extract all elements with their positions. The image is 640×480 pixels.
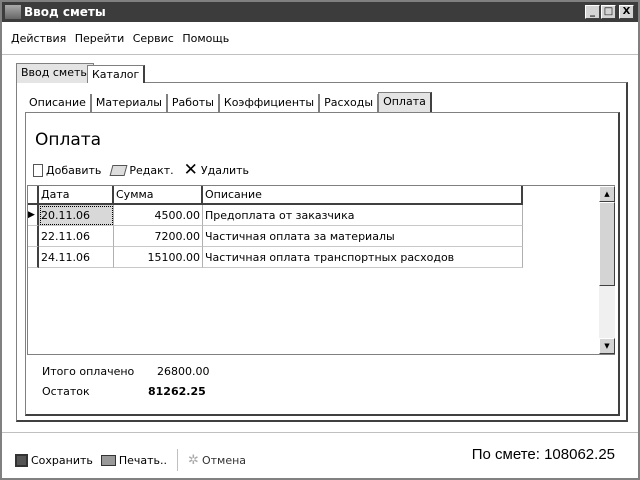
divider (2, 54, 638, 55)
cell-date[interactable]: 24.11.06 (39, 247, 114, 268)
cell-description[interactable]: Частичная оплата за материалы (203, 226, 523, 247)
bottom-toolbar: Сохранить Печать.. ✲ Отмена (15, 449, 246, 471)
maximize-button[interactable]: □ (601, 5, 616, 19)
close-button[interactable]: X (619, 5, 634, 19)
open-folder-icon (109, 164, 128, 176)
minimize-button[interactable]: _ (585, 5, 600, 19)
tab-catalog[interactable]: Каталог (87, 65, 146, 83)
tab-payment[interactable]: Оплата (378, 92, 432, 112)
row-indicator-header (28, 186, 39, 205)
total-paid-value: 26800.00 (157, 365, 210, 378)
scrollbar-thumb[interactable] (599, 202, 615, 286)
column-header-date[interactable]: Дата (39, 186, 114, 205)
cell-sum[interactable]: 7200.00 (114, 226, 203, 247)
title-bar: Ввод сметы (2, 2, 638, 22)
vertical-scrollbar[interactable]: ▲ ▼ (599, 186, 615, 354)
menu-navigate[interactable]: Перейти (75, 32, 125, 45)
tab-estimate-input[interactable]: Ввод сметы (16, 63, 95, 83)
app-icon (5, 5, 21, 19)
delete-x-icon: ✕ (183, 160, 198, 180)
edit-button[interactable]: Редакт. (109, 163, 174, 177)
add-button[interactable]: Добавить (33, 163, 101, 177)
new-document-icon (33, 163, 43, 177)
tab-expenses[interactable]: Расходы (319, 94, 379, 112)
separator (177, 449, 179, 471)
printer-icon (100, 454, 116, 466)
payments-grid: Дата Сумма Описание ▶ 20.11.06 4500.00 П… (27, 185, 615, 355)
menu-actions[interactable]: Действия (11, 32, 66, 45)
row-indicator (28, 226, 39, 247)
cell-sum[interactable]: 15100.00 (114, 247, 203, 268)
menu-service[interactable]: Сервис (133, 32, 174, 45)
scroll-up-arrow-icon[interactable]: ▲ (599, 186, 615, 202)
column-header-description[interactable]: Описание (203, 186, 523, 205)
menu-help[interactable]: Помощь (182, 32, 229, 45)
remainder-label: Остаток (42, 385, 90, 398)
current-row-arrow-icon: ▶ (28, 205, 39, 226)
panel-title: Оплата (35, 130, 102, 150)
total-paid-label: Итого оплачено (42, 365, 135, 378)
tab-description[interactable]: Описание (25, 94, 91, 112)
menu-bar: Действия Перейти Сервис Помощь (11, 32, 234, 45)
cell-date[interactable]: 22.11.06 (39, 226, 114, 247)
cell-date[interactable]: 20.11.06 (39, 205, 114, 226)
window-title: Ввод сметы (24, 5, 106, 19)
floppy-disk-icon (15, 453, 28, 467)
scroll-down-arrow-icon[interactable]: ▼ (599, 338, 615, 354)
cell-description[interactable]: Предоплата от заказчика (203, 205, 523, 226)
tab-coefficients[interactable]: Коэффициенты (218, 94, 320, 112)
tab-materials[interactable]: Материалы (90, 94, 167, 112)
divider (2, 432, 638, 433)
tab-works[interactable]: Работы (166, 94, 219, 112)
estimate-total: По смете: 108062.25 (471, 446, 615, 463)
column-header-sum[interactable]: Сумма (114, 186, 203, 205)
cell-sum[interactable]: 4500.00 (114, 205, 203, 226)
delete-button[interactable]: ✕ Удалить (183, 160, 249, 180)
cell-description[interactable]: Частичная оплата транспортных расходов (203, 247, 523, 268)
print-button[interactable]: Печать.. (100, 454, 167, 467)
grid-toolbar: Добавить Редакт. ✕ Удалить (33, 160, 249, 180)
inner-tabs: Описание Материалы Работы Коэффициенты Р… (25, 92, 432, 112)
row-indicator (28, 247, 39, 268)
cancel-icon: ✲ (188, 452, 199, 468)
save-button[interactable]: Сохранить (15, 453, 93, 467)
cancel-button[interactable]: ✲ Отмена (188, 453, 246, 468)
remainder-value: 81262.25 (148, 385, 206, 398)
